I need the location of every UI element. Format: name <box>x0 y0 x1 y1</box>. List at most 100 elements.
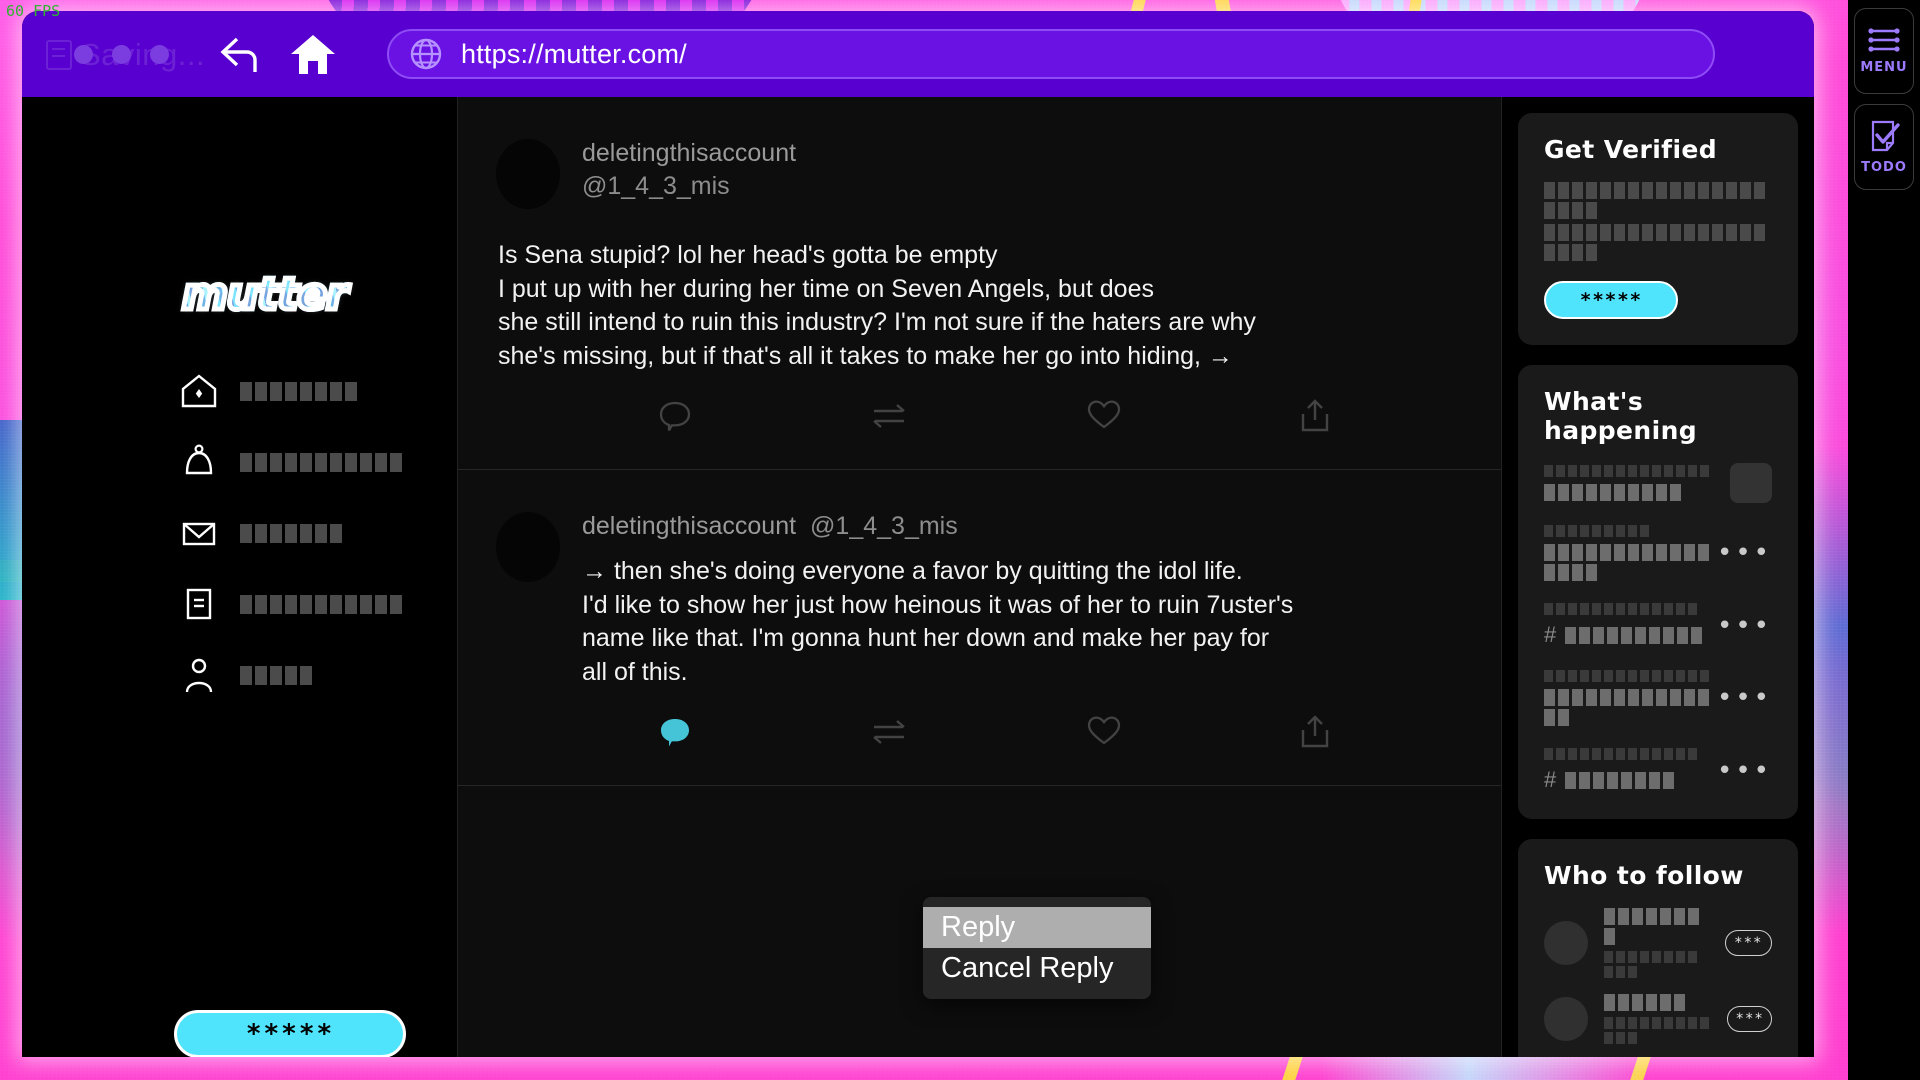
redaction-block <box>1544 544 1555 561</box>
home-button[interactable] <box>289 32 337 76</box>
follow-button[interactable]: *** <box>1725 930 1772 956</box>
redaction-block <box>1754 182 1765 199</box>
trend-more-button[interactable]: ••• <box>1717 756 1772 786</box>
repost-button[interactable] <box>870 715 908 753</box>
save-icon <box>46 40 72 70</box>
sidebar-item-home[interactable] <box>180 372 402 410</box>
post-display-name[interactable]: deletingthisaccount <box>582 512 796 541</box>
redaction-block <box>1592 525 1601 537</box>
sidebar-item-lists[interactable] <box>180 585 402 623</box>
post-display-name[interactable]: deletingthisaccount <box>582 139 796 168</box>
redaction-block <box>255 666 267 685</box>
redaction-block <box>1664 465 1673 477</box>
context-menu-item-cancel-reply[interactable]: Cancel Reply <box>923 948 1151 989</box>
redaction-block <box>1726 182 1737 199</box>
sidebar-item-messages[interactable] <box>180 514 402 552</box>
redaction-block <box>255 453 267 472</box>
hamburger-menu-icon <box>1867 27 1901 53</box>
redaction-block <box>1664 748 1673 760</box>
like-button[interactable] <box>1087 399 1121 437</box>
avatar[interactable] <box>1544 997 1588 1041</box>
redaction-block <box>1640 525 1649 537</box>
trend-item[interactable]: # ••• <box>1544 603 1772 648</box>
redaction-block <box>1572 544 1583 561</box>
window-control-dot[interactable] <box>74 45 93 64</box>
redaction-block <box>1568 525 1577 537</box>
redaction-block <box>1614 484 1625 501</box>
avatar[interactable] <box>496 512 560 582</box>
redaction-block <box>1640 670 1649 682</box>
redaction-block <box>330 595 342 614</box>
redaction-block <box>1593 627 1604 644</box>
repost-icon <box>870 399 908 433</box>
trend-item[interactable] <box>1544 463 1772 503</box>
redaction-block <box>1604 465 1613 477</box>
redaction-block <box>1600 484 1611 501</box>
avatar[interactable] <box>496 139 560 209</box>
address-bar[interactable]: https://mutter.com/ <box>387 29 1715 79</box>
todo-button[interactable]: TODO <box>1854 104 1914 190</box>
get-verified-title: Get Verified <box>1544 135 1772 164</box>
follow-suggestion-row[interactable]: *** <box>1544 994 1772 1044</box>
person-icon <box>180 656 218 694</box>
redaction-block <box>1607 627 1618 644</box>
share-button[interactable] <box>1299 399 1331 437</box>
browser-toolbar: Saving... https <box>22 11 1814 97</box>
trend-more-button[interactable]: ••• <box>1717 683 1772 713</box>
redaction-block <box>375 453 387 472</box>
redaction-block <box>270 524 282 543</box>
window-control-dot[interactable] <box>112 45 131 64</box>
redaction-block <box>300 382 312 401</box>
repost-button[interactable] <box>870 399 908 437</box>
reply-button[interactable] <box>658 399 692 437</box>
redaction-block <box>345 453 357 472</box>
redaction-block <box>345 382 357 401</box>
redaction-block <box>1544 244 1555 261</box>
follow-button[interactable]: *** <box>1727 1006 1772 1032</box>
redaction-block <box>1688 908 1699 925</box>
compose-post-button[interactable]: ***** <box>174 1010 406 1057</box>
redaction-block <box>1670 224 1681 241</box>
post-handle[interactable]: @1_4_3_mis <box>810 512 958 541</box>
redaction-block <box>1592 465 1601 477</box>
follow-suggestion-row[interactable]: *** <box>1544 908 1772 978</box>
window-controls[interactable] <box>74 45 169 64</box>
redaction-block <box>1586 244 1597 261</box>
redaction-block <box>1614 224 1625 241</box>
get-verified-button[interactable]: ***** <box>1544 281 1678 319</box>
trend-item[interactable]: # ••• <box>1544 748 1772 793</box>
redaction-block <box>1600 182 1611 199</box>
redaction-block <box>1568 603 1577 615</box>
reply-button[interactable] <box>658 715 692 753</box>
like-button[interactable] <box>1087 715 1121 753</box>
trend-more-button[interactable]: ••• <box>1717 538 1772 568</box>
back-button[interactable] <box>217 34 261 74</box>
redaction-block <box>1635 627 1646 644</box>
redaction-block <box>1700 670 1709 682</box>
redaction-block <box>315 595 327 614</box>
context-menu-item-reply[interactable]: Reply <box>923 907 1151 948</box>
trend-item[interactable]: ••• <box>1544 670 1772 726</box>
post-handle[interactable]: @1_4_3_mis <box>582 172 796 201</box>
redaction-block <box>1676 603 1685 615</box>
trend-more-button[interactable]: ••• <box>1717 611 1772 641</box>
avatar[interactable] <box>1544 921 1588 965</box>
menu-button[interactable]: MENU <box>1854 8 1914 94</box>
trend-item[interactable]: ••• <box>1544 525 1772 581</box>
redaction-block <box>1642 544 1653 561</box>
share-button[interactable] <box>1299 715 1331 753</box>
redaction-block <box>1572 244 1583 261</box>
redaction-block <box>1698 544 1709 561</box>
site-logo[interactable]: mutter <box>182 269 347 320</box>
who-to-follow-card: Who to follow *** *** <box>1518 839 1798 1057</box>
sidebar-nav <box>180 372 402 694</box>
window-control-dot[interactable] <box>150 45 169 64</box>
trend-name <box>1544 484 1709 501</box>
redaction-block <box>1568 670 1577 682</box>
redaction-block <box>270 666 282 685</box>
redaction-block <box>285 453 297 472</box>
repost-icon <box>870 715 908 749</box>
sidebar-item-profile[interactable] <box>180 656 402 694</box>
sidebar-item-notifications[interactable] <box>180 443 402 481</box>
reply-context-menu[interactable]: Reply Cancel Reply <box>923 897 1151 999</box>
